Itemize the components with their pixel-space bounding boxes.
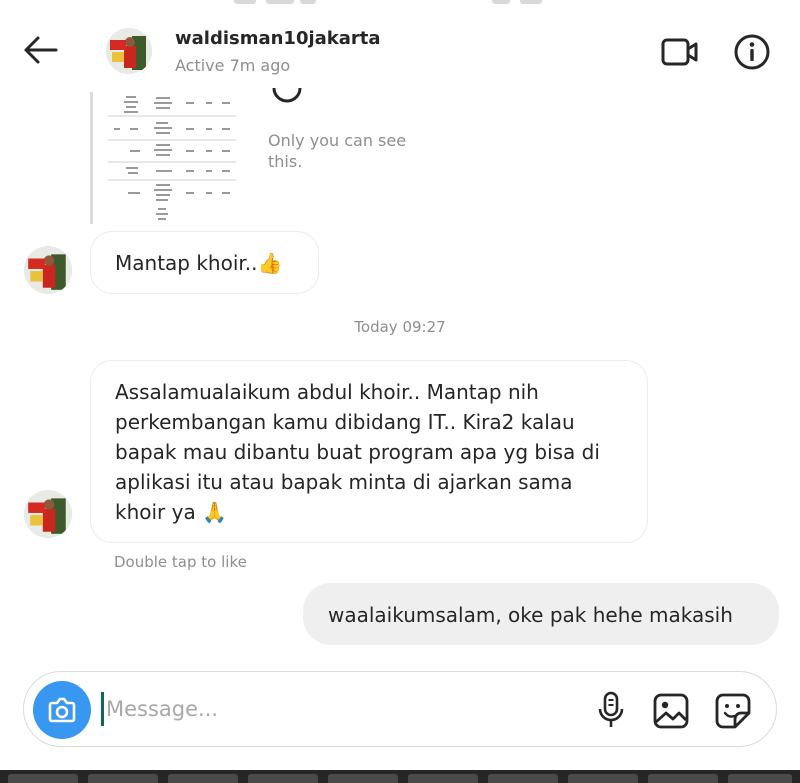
message-bubble-incoming[interactable]: Assalamualaikum abdul khoir.. Mantap nih…	[90, 360, 648, 543]
shared-post-preview[interactable]	[90, 92, 250, 224]
info-icon	[734, 34, 770, 70]
sender-avatar[interactable]	[24, 490, 72, 538]
sticker-button[interactable]	[714, 692, 752, 730]
sticker-icon	[715, 693, 751, 729]
microphone-button[interactable]	[596, 690, 626, 730]
arrow-left-icon	[24, 36, 58, 64]
back-button[interactable]	[20, 34, 64, 66]
image-icon	[653, 693, 689, 729]
gallery-button[interactable]	[652, 692, 690, 730]
chat-username[interactable]: waldisman10jakarta	[175, 28, 381, 49]
avatar[interactable]	[106, 28, 152, 74]
camera-icon	[48, 697, 76, 723]
reply-bar	[90, 92, 93, 224]
double-tap-hint: Double tap to like	[114, 553, 247, 571]
sender-avatar[interactable]	[24, 246, 72, 294]
microphone-icon	[598, 691, 624, 727]
camera-button[interactable]	[33, 681, 91, 739]
message-bubble-incoming[interactable]: Mantap khoir..👍	[90, 231, 319, 294]
document-thumbnail	[108, 92, 238, 224]
active-status: Active 7m ago	[175, 56, 291, 75]
message-composer	[23, 671, 777, 747]
info-button[interactable]	[733, 33, 771, 71]
text-cursor	[101, 692, 104, 726]
video-call-button[interactable]	[660, 36, 700, 68]
video-camera-icon	[661, 38, 698, 66]
message-bubble-outgoing[interactable]: waalaikumsalam, oke pak hehe makasih	[303, 583, 779, 645]
visibility-note: Only you can see this.	[268, 131, 407, 171]
message-timestamp: Today 09:27	[354, 318, 446, 336]
system-navigation-bar	[0, 770, 800, 783]
clock-icon	[272, 88, 302, 103]
message-input[interactable]	[106, 690, 586, 728]
chat-header: waldisman10jakarta Active 7m ago	[0, 6, 800, 92]
